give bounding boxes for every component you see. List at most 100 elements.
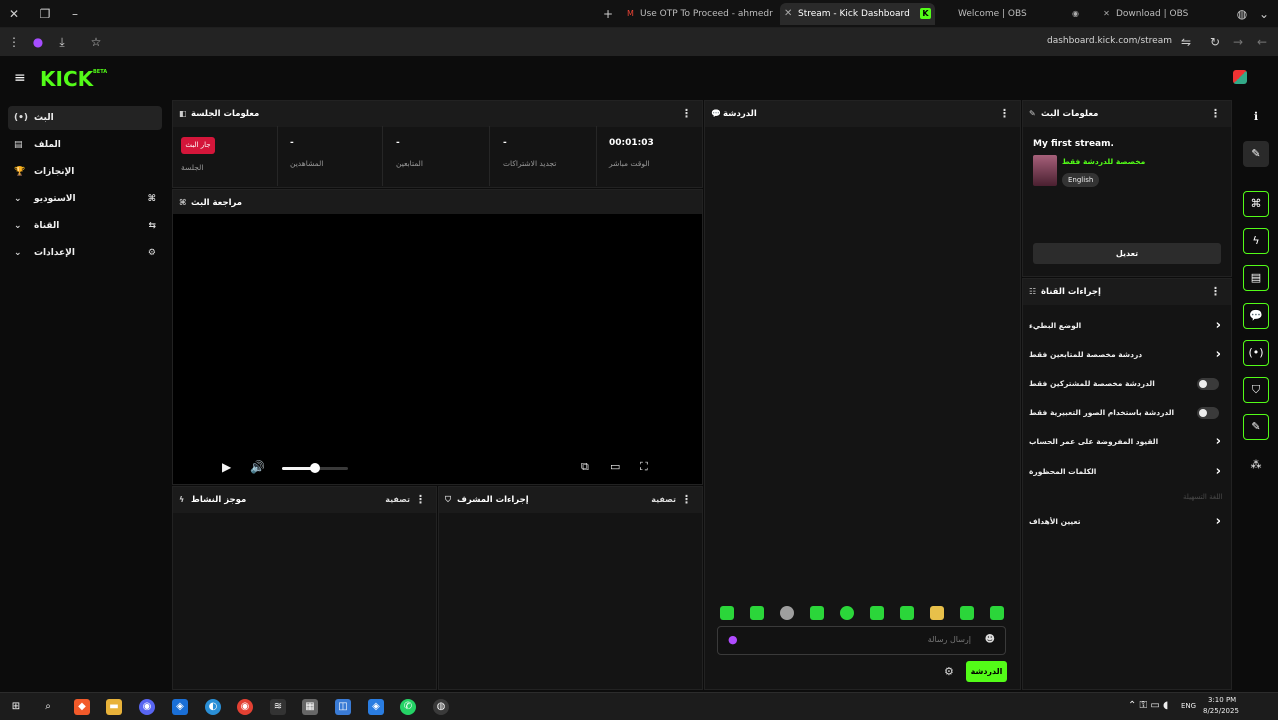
mic-icon[interactable]: ●	[728, 633, 738, 646]
filter-button[interactable]: تصفية	[385, 487, 410, 513]
chrome-icon[interactable]: ◉	[237, 699, 253, 715]
emote-icon[interactable]	[870, 606, 884, 620]
menu-dots-icon[interactable]: ⋮	[6, 34, 22, 50]
tab-close-icon[interactable]: ✕	[784, 3, 792, 25]
close-tab-icon[interactable]: ✕	[1101, 8, 1112, 19]
info-icon[interactable]: ℹ	[1243, 104, 1269, 130]
kebab-menu-icon[interactable]: ⋮	[999, 101, 1010, 127]
hamburger-menu-icon[interactable]: ≡	[14, 70, 26, 86]
minimize-window-icon[interactable]: –	[67, 6, 83, 22]
emote-icon[interactable]	[750, 606, 764, 620]
windows-start-icon[interactable]: ⊞	[8, 699, 24, 715]
session-widget-icon[interactable]: ▤	[1243, 265, 1269, 291]
video-player[interactable]	[173, 214, 702, 484]
filter-button[interactable]: تصفية	[651, 487, 676, 513]
kebab-menu-icon[interactable]: ⋮	[1210, 101, 1221, 127]
emote-icon[interactable]	[780, 606, 794, 620]
url-input[interactable]: dashboard.kick.com/stream	[1047, 36, 1172, 46]
kebab-menu-icon[interactable]: ⋮	[681, 101, 692, 127]
banned-words-row[interactable]: الكلمات المحظورة ›	[1029, 462, 1225, 482]
profile-icon[interactable]: ◍	[1234, 6, 1250, 22]
sidebar-item-stream[interactable]: (•) البث	[8, 106, 162, 130]
site-settings-icon[interactable]: ⇋	[1178, 34, 1194, 50]
sidebar-item-channel[interactable]: ⌄ القناة ⇆	[8, 214, 162, 238]
reload-icon[interactable]: ↻	[1207, 34, 1223, 50]
emoji-icon[interactable]: ☻	[985, 634, 995, 645]
volume-icon[interactable]: 🔊	[250, 460, 265, 474]
clock-date[interactable]: 8/25/2025	[1203, 707, 1239, 715]
panel-header: ☷ إجراءات القناة ⋮	[1023, 279, 1231, 305]
extension-icon[interactable]: ●	[30, 34, 46, 50]
followers-only-row[interactable]: دردشة مخصصة للمتابعين فقط ›	[1029, 345, 1225, 365]
mod-widget-icon[interactable]: ⛉	[1243, 377, 1269, 403]
sidebar-item-settings[interactable]: ⌄ الإعدادات ⚙	[8, 241, 162, 265]
kebab-menu-icon[interactable]: ⋮	[681, 487, 692, 513]
category-link[interactable]: مخصصة للدردشة فقط	[1062, 157, 1145, 166]
emote-only-toggle[interactable]	[1197, 407, 1219, 419]
emote-icon[interactable]	[810, 606, 824, 620]
tools-widget-icon[interactable]: ✎	[1243, 414, 1269, 440]
apps-icon[interactable]: ⁂	[1243, 452, 1269, 478]
restore-window-icon[interactable]: ❐	[37, 6, 53, 22]
new-tab-icon[interactable]: +	[600, 6, 616, 22]
panel-title: إجراءات القناة	[1041, 287, 1101, 297]
panel-title: مراجعة البث	[191, 198, 243, 208]
kebab-menu-icon[interactable]: ⋮	[415, 487, 426, 513]
emote-icon[interactable]	[720, 606, 734, 620]
play-icon[interactable]: ▶	[222, 460, 231, 474]
brave-icon[interactable]: ◆	[74, 699, 90, 715]
tab-otp[interactable]: M Use OTP To Proceed - ahmedr	[622, 3, 774, 25]
sidebar-item-studio[interactable]: ⌄ الاستوديو ⌘	[8, 187, 162, 211]
chevron-down-icon[interactable]: ⌄	[1256, 6, 1272, 22]
app-icon[interactable]: ◈	[172, 699, 188, 715]
broadcast-widget-icon[interactable]: (•)	[1243, 340, 1269, 366]
back-icon[interactable]: ←	[1254, 34, 1270, 50]
chat-widget-icon[interactable]: 💬	[1243, 303, 1269, 329]
activity-widget-icon[interactable]: ϟ	[1243, 228, 1269, 254]
search-icon[interactable]: ⌕	[40, 699, 56, 715]
forward-icon[interactable]: →	[1230, 34, 1246, 50]
download-icon[interactable]: ⤓	[54, 34, 70, 50]
whatsapp-icon[interactable]: ✆	[400, 699, 416, 715]
app-icon[interactable]: ◈	[368, 699, 384, 715]
tab-kick-dashboard[interactable]: K ✕ Stream - Kick Dashboard	[780, 3, 935, 25]
edge-icon[interactable]: ◐	[205, 699, 221, 715]
app-icon[interactable]: ▦	[302, 699, 318, 715]
edit-stream-button[interactable]: تعديل	[1033, 243, 1221, 264]
chat-settings-icon[interactable]: ⚙	[944, 665, 954, 678]
tab-obs-welcome[interactable]: ◉ Welcome | OBS	[940, 3, 1085, 25]
close-window-icon[interactable]: ✕	[6, 6, 22, 22]
edit-layout-icon[interactable]: ✎	[1243, 141, 1269, 167]
fullscreen-icon[interactable]: ⛶	[640, 460, 648, 474]
account-age-row[interactable]: القيود المفروضة على عمر الحساب ›	[1029, 432, 1225, 452]
studio-widget-icon[interactable]: ⌘	[1243, 191, 1269, 217]
kebab-menu-icon[interactable]: ⋮	[1210, 279, 1221, 305]
emote-icon[interactable]	[990, 606, 1004, 620]
clock-time[interactable]: 3:10 PM	[1208, 696, 1236, 704]
theater-icon[interactable]: ▭	[610, 460, 620, 473]
sidebar-item-achievements[interactable]: 🏆 الإنجازات	[8, 160, 162, 184]
tray-icons[interactable]: ⌃ ⚿ ▭ ◖	[1128, 700, 1168, 711]
slow-mode-row[interactable]: الوضع البطيء ›	[1029, 316, 1225, 336]
bookmark-star-icon[interactable]: ☆	[88, 34, 104, 50]
emote-icon[interactable]	[960, 606, 974, 620]
pip-icon[interactable]: ⧉	[581, 460, 589, 474]
emote-icon[interactable]	[840, 606, 854, 620]
volume-knob[interactable]	[310, 463, 320, 473]
send-chat-button[interactable]: الدردشة	[966, 661, 1007, 682]
discord-icon[interactable]: ◉	[139, 699, 155, 715]
kick-logo[interactable]: KICK	[40, 67, 93, 91]
set-goals-row[interactable]: تعيين الأهداف ›	[1029, 512, 1225, 532]
user-avatar[interactable]	[1233, 70, 1247, 84]
file-explorer-icon[interactable]: ▬	[106, 699, 122, 715]
subscribers-only-toggle[interactable]	[1197, 378, 1219, 390]
obs-icon[interactable]: ◍	[433, 699, 449, 715]
emote-icon[interactable]	[900, 606, 914, 620]
app-icon[interactable]: ≋	[270, 699, 286, 715]
sidebar-item-profile[interactable]: ▤ الملف	[8, 133, 162, 157]
tab-obs-download[interactable]: ✕ Download | OBS	[1098, 3, 1228, 25]
emote-icon[interactable]	[930, 606, 944, 620]
language-indicator[interactable]: ENG	[1181, 702, 1196, 710]
app-icon[interactable]: ◫	[335, 699, 351, 715]
chat-input[interactable]: ● إرسال رسالة ☻	[717, 626, 1006, 655]
